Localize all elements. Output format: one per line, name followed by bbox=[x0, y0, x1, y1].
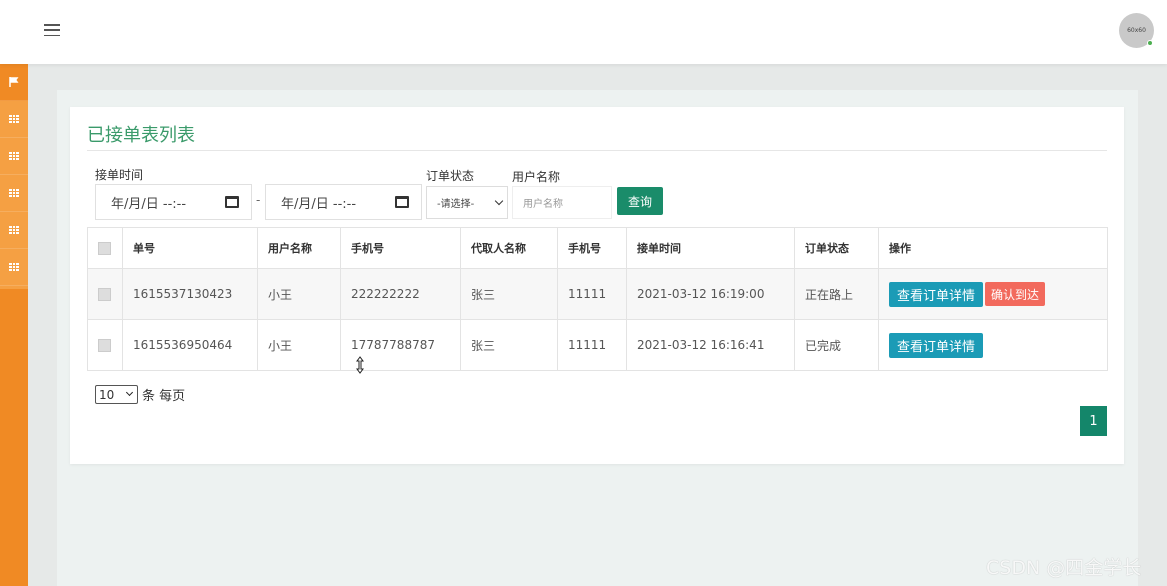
grid-icon bbox=[9, 263, 19, 271]
username-label: 用户名称 bbox=[512, 170, 561, 184]
top-bar: 60x60 bbox=[0, 0, 1167, 64]
sidebar-item-4[interactable] bbox=[0, 212, 28, 249]
table-row: 1615536950464 小王 17787788787 张三 11111 20… bbox=[88, 320, 1107, 370]
order-no: 1615536950464 bbox=[123, 320, 258, 370]
sidebar-item-5[interactable] bbox=[0, 249, 28, 286]
online-status-icon bbox=[1147, 40, 1153, 46]
order-status: 已完成 bbox=[795, 320, 879, 370]
resize-cursor-icon bbox=[356, 356, 364, 374]
sidebar-item-2[interactable] bbox=[0, 138, 28, 175]
page-title: 已接单表列表 bbox=[87, 125, 195, 146]
orders-table: 单号 用户名称 手机号 代取人名称 手机号 接单时间 订单状态 操作 16155… bbox=[87, 227, 1108, 371]
sidebar-item-flag[interactable] bbox=[0, 64, 28, 101]
col-agent-name: 代取人名称 bbox=[461, 228, 558, 268]
calendar-icon[interactable] bbox=[225, 196, 239, 208]
flag-icon bbox=[9, 77, 19, 87]
table-row: 1615537130423 小王 222222222 张三 11111 2021… bbox=[88, 269, 1107, 320]
row-checkbox[interactable] bbox=[98, 287, 111, 301]
phone: 222222222 bbox=[341, 269, 461, 319]
username-placeholder: 用户名称 bbox=[523, 199, 563, 210]
username-input[interactable]: 用户名称 bbox=[512, 186, 612, 219]
order-time: 2021-03-12 16:19:00 bbox=[627, 269, 795, 319]
grid-icon bbox=[9, 115, 19, 123]
per-page-control: 10 条 每页 bbox=[95, 385, 185, 404]
watermark: CSDN @四金学长 bbox=[986, 557, 1142, 579]
date-separator: - bbox=[256, 193, 261, 207]
confirm-arrival-button[interactable]: 确认到达 bbox=[985, 282, 1046, 306]
per-page-value: 10 bbox=[99, 387, 115, 402]
sidebar bbox=[0, 64, 28, 586]
sidebar-item-1[interactable] bbox=[0, 101, 28, 138]
col-status: 订单状态 bbox=[795, 228, 879, 268]
chevron-down-icon bbox=[125, 388, 134, 397]
end-time-input[interactable]: 年/月/日 --:-- bbox=[265, 184, 422, 220]
row-select-cell[interactable] bbox=[88, 269, 123, 319]
agent-name: 张三 bbox=[461, 320, 558, 370]
order-status: 正在路上 bbox=[795, 269, 879, 319]
avatar-text: 60x60 bbox=[1127, 27, 1146, 34]
avatar[interactable]: 60x60 bbox=[1119, 13, 1154, 48]
row-checkbox[interactable] bbox=[98, 338, 111, 352]
col-agent-phone: 手机号 bbox=[558, 228, 627, 268]
divider bbox=[87, 150, 1107, 151]
col-order-time: 接单时间 bbox=[627, 228, 795, 268]
agent-phone: 11111 bbox=[558, 320, 627, 370]
query-button[interactable]: 查询 bbox=[617, 187, 663, 215]
grid-icon bbox=[9, 226, 19, 234]
grid-icon bbox=[9, 152, 19, 160]
calendar-icon[interactable] bbox=[395, 196, 409, 208]
agent-name: 张三 bbox=[461, 269, 558, 319]
start-time-placeholder: 年/月/日 --:-- bbox=[111, 196, 187, 212]
table-header: 单号 用户名称 手机号 代取人名称 手机号 接单时间 订单状态 操作 bbox=[88, 228, 1107, 269]
actions-cell: 查看订单详情 确认到达 bbox=[879, 269, 1107, 319]
view-detail-button[interactable]: 查看订单详情 bbox=[889, 281, 984, 307]
select-all-checkbox[interactable] bbox=[98, 241, 111, 255]
select-all-cell[interactable] bbox=[88, 228, 123, 268]
status-label: 订单状态 bbox=[426, 169, 475, 183]
username: 小王 bbox=[258, 269, 341, 319]
order-time-label: 接单时间 bbox=[95, 168, 144, 182]
per-page-select[interactable]: 10 bbox=[95, 385, 138, 404]
actions-cell: 查看订单详情 bbox=[879, 320, 1107, 370]
row-select-cell[interactable] bbox=[88, 320, 123, 370]
per-page-text: 条 每页 bbox=[142, 389, 186, 404]
menu-toggle-icon[interactable] bbox=[44, 24, 60, 36]
col-actions: 操作 bbox=[889, 242, 911, 255]
order-no: 1615537130423 bbox=[123, 269, 258, 319]
chevron-down-icon bbox=[494, 196, 504, 206]
view-detail-button[interactable]: 查看订单详情 bbox=[889, 332, 984, 358]
status-select[interactable]: -请选择- bbox=[426, 186, 508, 219]
col-order-no: 单号 bbox=[123, 228, 258, 268]
order-list-card: 已接单表列表 接单时间 年/月/日 --:-- - 年/月/日 --:-- 订单… bbox=[70, 107, 1124, 464]
sidebar-fill bbox=[0, 289, 28, 586]
status-select-value: -请选择- bbox=[437, 199, 475, 210]
username: 小王 bbox=[258, 320, 341, 370]
grid-icon bbox=[9, 189, 19, 197]
page-button-1[interactable]: 1 bbox=[1080, 406, 1107, 436]
end-time-placeholder: 年/月/日 --:-- bbox=[281, 196, 357, 212]
order-time: 2021-03-12 16:16:41 bbox=[627, 320, 795, 370]
start-time-input[interactable]: 年/月/日 --:-- bbox=[95, 184, 252, 220]
col-username: 用户名称 bbox=[258, 228, 341, 268]
sidebar-item-3[interactable] bbox=[0, 175, 28, 212]
agent-phone: 11111 bbox=[558, 269, 627, 319]
col-phone: 手机号 bbox=[341, 228, 461, 268]
